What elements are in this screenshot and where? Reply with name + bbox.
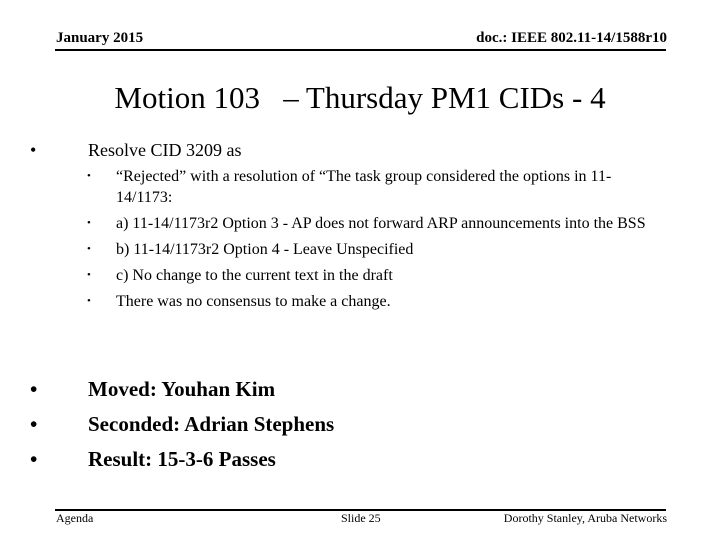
header-date: January 2015: [56, 30, 144, 46]
sub-bullet-item: • a) 11-14/1173r2 Option 3 - AP does not…: [87, 213, 667, 234]
slide-title: Motion 103 – Thursday PM1 CIDs - 4: [114, 80, 606, 115]
sub-bullet-text: a) 11-14/1173r2 Option 3 - AP does not f…: [116, 215, 646, 232]
bullet-icon: •: [30, 412, 38, 436]
slide-number: Slide 25: [341, 511, 381, 525]
sub-bullet-text: c) No change to the current text in the …: [116, 267, 393, 284]
bullet-icon: •: [30, 447, 38, 471]
motion-seconder-text: Seconded: Adrian Stephens: [88, 412, 335, 436]
footer-author: Dorothy Stanley, Aruba Networks: [503, 511, 667, 525]
bullet-icon: •: [87, 170, 91, 182]
sub-bullet-item: • c) No change to the current text in th…: [87, 265, 667, 286]
bullet-icon: •: [87, 295, 91, 307]
resolution-sub-list: • “Rejected” with a resolution of “The t…: [87, 166, 667, 317]
sub-bullet-text: “Rejected” with a resolution of “The tas…: [116, 168, 612, 206]
sub-bullet-text: b) 11-14/1173r2 Option 4 - Leave Unspeci…: [116, 241, 414, 258]
bullet-icon: •: [87, 217, 91, 229]
sub-bullet-item: • There was no consensus to make a chang…: [87, 291, 667, 312]
main-bullet-text: Resolve CID 3209 as: [88, 140, 242, 160]
bullet-icon: •: [87, 269, 91, 281]
footer-section: Agenda: [56, 511, 94, 525]
motion-result-text: Result: 15-3-6 Passes: [88, 447, 276, 471]
sub-bullet-item: • b) 11-14/1173r2 Option 4 - Leave Unspe…: [87, 239, 667, 260]
header-doc-id: doc.: IEEE 802.11-14/1588r10: [476, 30, 667, 46]
bullet-icon: •: [30, 140, 37, 160]
sub-bullet-text: There was no consensus to make a change.: [116, 293, 391, 310]
sub-bullet-item: • “Rejected” with a resolution of “The t…: [87, 166, 667, 208]
header-divider: [55, 49, 666, 51]
bullet-icon: •: [87, 243, 91, 255]
motion-mover-text: Moved: Youhan Kim: [88, 377, 276, 401]
bullet-icon: •: [30, 377, 38, 401]
